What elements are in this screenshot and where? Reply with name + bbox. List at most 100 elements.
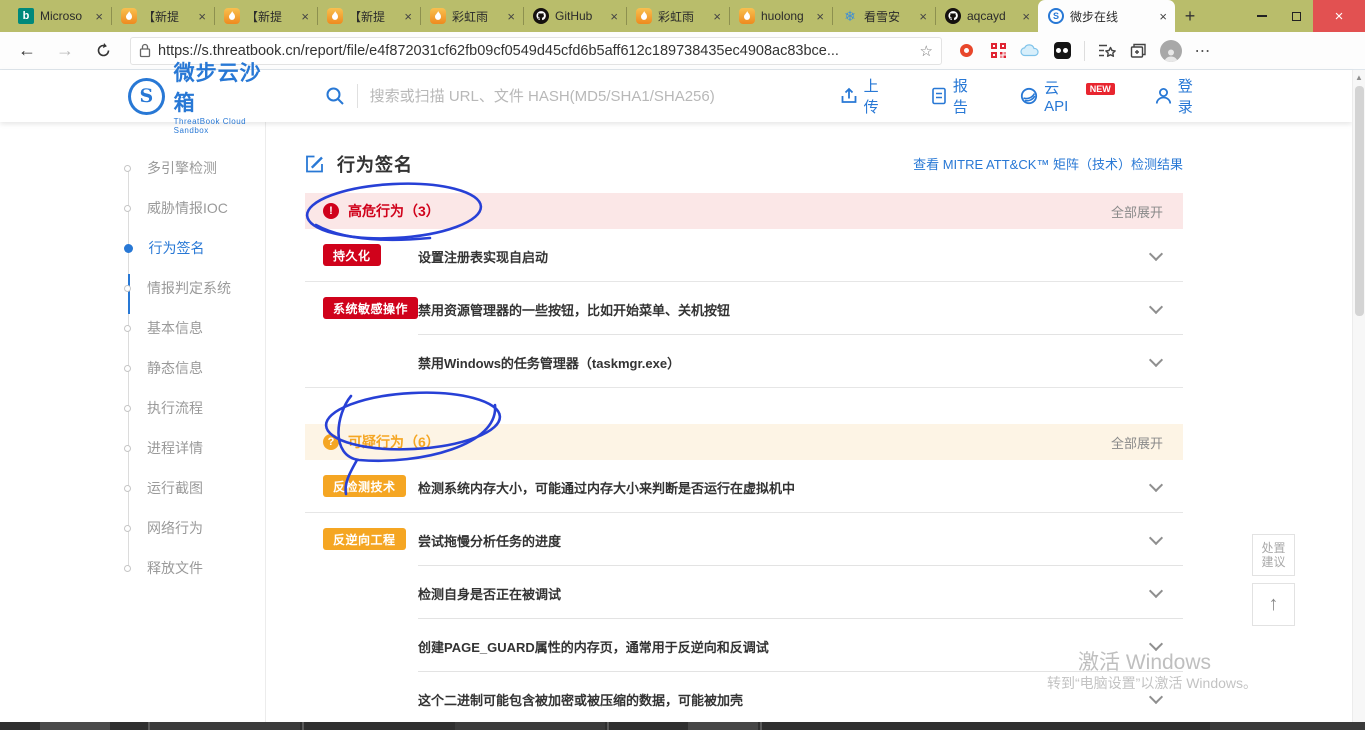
sidebar-item-run-screenshot[interactable]: 运行截图 bbox=[118, 468, 264, 508]
expand-all-button[interactable]: 全部展开 bbox=[1111, 202, 1163, 221]
browser-tab[interactable]: 【新提 × bbox=[214, 0, 317, 32]
signature-row[interactable]: 检测自身是否正在被调试 bbox=[305, 566, 1183, 619]
sandbox-search bbox=[325, 84, 840, 108]
signature-row[interactable]: 反检测技术 检测系统内存大小，可能通过内存大小来判断是否运行在虚拟机中 bbox=[305, 460, 1183, 513]
nav-login[interactable]: 登录 bbox=[1155, 75, 1207, 117]
browser-tab[interactable]: 【新提 × bbox=[111, 0, 214, 32]
browser-tab[interactable]: 彩虹雨 × bbox=[420, 0, 523, 32]
tab-close-icon[interactable]: × bbox=[505, 9, 517, 24]
sidebar-item-intel-judgement[interactable]: 情报判定系统 bbox=[118, 268, 264, 308]
cloud-extension-icon[interactable] bbox=[1016, 36, 1044, 66]
forward-button[interactable]: → bbox=[48, 36, 82, 66]
sidebar-item-static-info[interactable]: 静态信息 bbox=[118, 348, 264, 388]
window-close-button[interactable]: × bbox=[1313, 0, 1365, 32]
sidebar-item-network-behavior[interactable]: 网络行为 bbox=[118, 508, 264, 548]
browser-tab[interactable]: b Microso × bbox=[8, 0, 111, 32]
report-sidebar: 多引擎检测 威胁情报IOC 行为签名 情报判定系统 基本信息 静态信息 执行流程… bbox=[118, 148, 264, 588]
tab-close-icon[interactable]: × bbox=[711, 9, 723, 24]
disposal-advice-button[interactable]: 处置 建议 bbox=[1252, 534, 1295, 576]
sidebar-item-dropped-files[interactable]: 释放文件 bbox=[118, 548, 264, 588]
mitre-attack-link[interactable]: 查看 MITRE ATT&CK™ 矩阵（技术）检测结果 bbox=[913, 154, 1183, 173]
qr-code-extension-icon[interactable] bbox=[984, 36, 1012, 66]
tab-close-icon[interactable]: × bbox=[196, 9, 208, 24]
tab-close-icon[interactable]: × bbox=[93, 9, 105, 24]
timeline-dot bbox=[124, 404, 131, 412]
sidebar-item-behavior-signature[interactable]: 行为签名 bbox=[118, 228, 264, 268]
section-title: 高危行为（3） bbox=[348, 203, 440, 219]
window-minimize-button[interactable] bbox=[1245, 0, 1279, 32]
threatbook-logo-icon: S bbox=[128, 77, 165, 115]
category-badge: 持久化 bbox=[323, 244, 381, 266]
scrollbar-thumb[interactable] bbox=[1355, 86, 1364, 316]
profile-avatar[interactable] bbox=[1157, 36, 1185, 66]
page-scrollbar[interactable]: ▲ bbox=[1352, 70, 1365, 722]
signature-row[interactable]: 持久化 设置注册表实现自启动 bbox=[305, 229, 1183, 282]
refresh-button[interactable] bbox=[86, 36, 120, 66]
back-button[interactable]: ← bbox=[10, 36, 44, 66]
sidebar-item-threat-ioc[interactable]: 威胁情报IOC bbox=[118, 188, 264, 228]
browser-tab[interactable]: huolong × bbox=[729, 0, 832, 32]
sidebar-item-label: 运行截图 bbox=[147, 480, 203, 496]
suspicious-section-header: ? 可疑行为（6） 全部展开 bbox=[305, 424, 1183, 460]
collections-icon[interactable] bbox=[1125, 36, 1153, 66]
browser-menu-icon[interactable]: ⋯ bbox=[1189, 36, 1217, 66]
timeline-dot bbox=[124, 524, 131, 532]
chevron-down-icon[interactable] bbox=[1148, 477, 1164, 493]
search-input[interactable] bbox=[369, 87, 840, 105]
dark-extension-icon[interactable] bbox=[1048, 36, 1076, 66]
signature-row[interactable]: 系统敏感操作 禁用资源管理器的一些按钮，比如开始菜单、关机按钮 bbox=[305, 282, 1183, 335]
tab-close-icon[interactable]: × bbox=[814, 9, 826, 24]
nav-upload[interactable]: 上传 bbox=[840, 75, 893, 117]
timeline-dot bbox=[123, 243, 133, 253]
sidebar-item-multi-engine[interactable]: 多引擎检测 bbox=[118, 148, 264, 188]
browser-tab[interactable]: 【新提 × bbox=[317, 0, 420, 32]
chevron-down-icon[interactable] bbox=[1148, 636, 1164, 652]
upload-icon bbox=[840, 87, 858, 105]
chevron-down-icon[interactable] bbox=[1148, 352, 1164, 368]
expand-all-button[interactable]: 全部展开 bbox=[1111, 433, 1163, 452]
bing-icon: b bbox=[18, 8, 34, 24]
signature-row[interactable]: 禁用Windows的任务管理器（taskmgr.exe） bbox=[305, 335, 1183, 388]
tab-close-icon[interactable]: × bbox=[402, 9, 414, 24]
chevron-down-icon[interactable] bbox=[1148, 530, 1164, 546]
signature-row[interactable]: 反逆向工程 尝试拖慢分析任务的进度 bbox=[305, 513, 1183, 566]
tab-title: 【新提 bbox=[143, 9, 180, 24]
chevron-down-icon[interactable] bbox=[1148, 299, 1164, 315]
new-tab-button[interactable]: + bbox=[1175, 0, 1205, 32]
signature-text: 尝试拖慢分析任务的进度 bbox=[418, 534, 562, 549]
chevron-down-icon[interactable] bbox=[1148, 689, 1164, 705]
threatbook-logo[interactable]: S 微步云沙箱 ThreatBook Cloud Sandbox bbox=[128, 57, 283, 135]
behavior-signature-panel: 行为签名 查看 MITRE ATT&CK™ 矩阵（技术）检测结果 ! 高危行为（… bbox=[305, 122, 1183, 730]
tab-close-icon[interactable]: × bbox=[1020, 9, 1032, 24]
office-extension-icon[interactable] bbox=[952, 36, 980, 66]
tab-close-icon[interactable]: × bbox=[1157, 9, 1169, 24]
browser-tab-active[interactable]: S 微步在线 × bbox=[1038, 0, 1175, 32]
back-to-top-button[interactable]: ↑ bbox=[1252, 583, 1295, 626]
favorites-hub-icon[interactable] bbox=[1093, 36, 1121, 66]
fire-shield-icon bbox=[327, 8, 343, 24]
browser-tab[interactable]: aqcayd × bbox=[935, 0, 1038, 32]
nav-report[interactable]: 报告 bbox=[931, 75, 982, 117]
tab-close-icon[interactable]: × bbox=[917, 9, 929, 24]
browser-tab[interactable]: ❄ 看雪安 × bbox=[832, 0, 935, 32]
tab-close-icon[interactable]: × bbox=[299, 9, 311, 24]
signature-row[interactable]: 这个二进制可能包含被加密或被压缩的数据，可能被加壳 bbox=[305, 672, 1183, 725]
sidebar-item-basic-info[interactable]: 基本信息 bbox=[118, 308, 264, 348]
sidebar-item-process-detail[interactable]: 进程详情 bbox=[118, 428, 264, 468]
tab-title: Microso bbox=[40, 9, 83, 23]
tab-close-icon[interactable]: × bbox=[608, 9, 620, 24]
chevron-down-icon[interactable] bbox=[1148, 246, 1164, 262]
brand-subtitle: ThreatBook Cloud Sandbox bbox=[173, 117, 247, 135]
scrollbar-up-arrow[interactable]: ▲ bbox=[1353, 73, 1365, 82]
window-restore-button[interactable] bbox=[1279, 0, 1313, 32]
browser-tab[interactable]: 彩虹雨 × bbox=[626, 0, 729, 32]
timeline-dot bbox=[124, 564, 131, 572]
add-favorite-icon[interactable]: ☆ bbox=[920, 42, 933, 60]
nav-cloud-api[interactable]: 云API NEW bbox=[1020, 77, 1117, 115]
sidebar-item-label: 基本信息 bbox=[147, 320, 203, 336]
browser-tab[interactable]: GitHub × bbox=[523, 0, 626, 32]
chevron-down-icon[interactable] bbox=[1148, 583, 1164, 599]
signature-row[interactable]: 创建PAGE_GUARD属性的内存页，通常用于反逆向和反调试 bbox=[305, 619, 1183, 672]
search-icon[interactable] bbox=[325, 86, 345, 106]
sidebar-item-exec-flow[interactable]: 执行流程 bbox=[118, 388, 264, 428]
